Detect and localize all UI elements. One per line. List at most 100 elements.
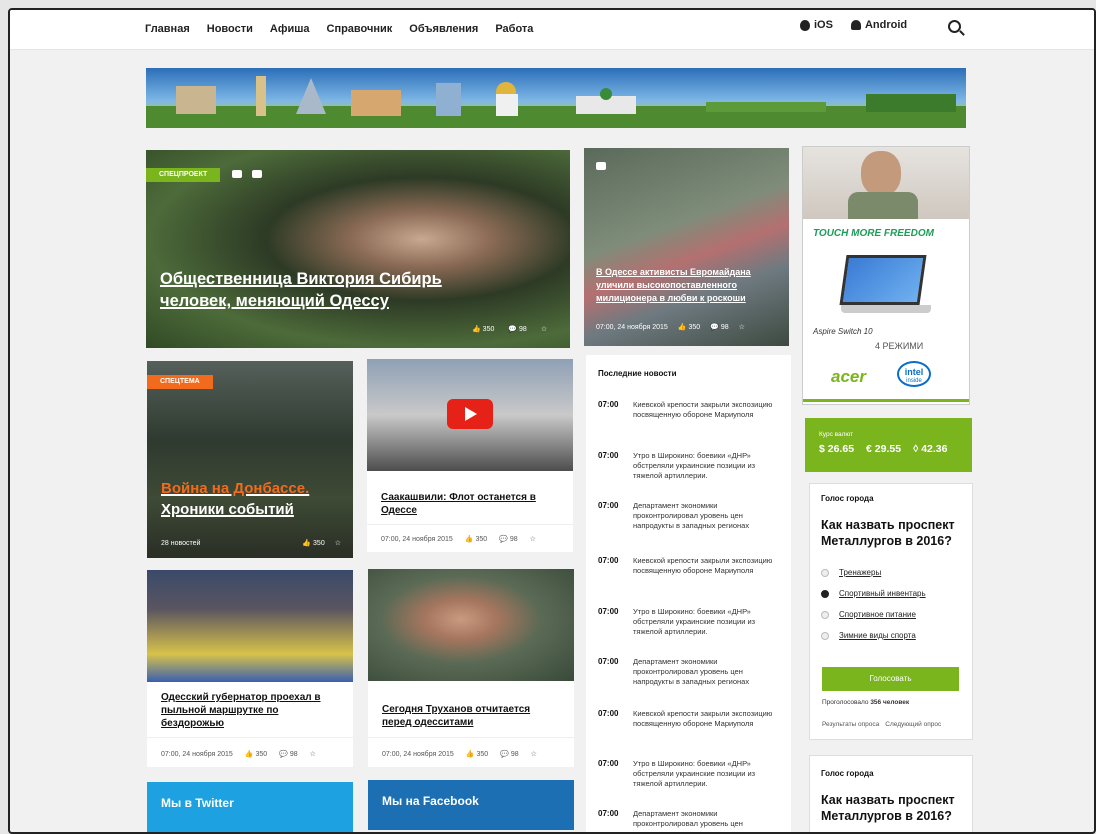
app-links: iOS Android (800, 19, 907, 31)
latest-news-heading: Последние новости (598, 369, 677, 378)
poll-heading: Голос города (821, 494, 874, 503)
story-card-euromaidan[interactable]: В Одессе активисты Евромайдана уличили в… (584, 148, 789, 346)
video-title[interactable]: Саакашвили: Флот останется в Одессе (381, 491, 551, 517)
news-item[interactable]: 07:00 Департамент экономики проконтролиро… (598, 809, 778, 829)
rates-label: Курс валют (819, 431, 854, 438)
comment-icon[interactable]: 💬 98 (499, 535, 517, 543)
comment-icon[interactable]: 💬 98 (500, 750, 518, 758)
video-camera-icon (252, 170, 262, 178)
special-topic-tag: СПЕЦТЕМА (147, 375, 213, 389)
vote-button[interactable]: Голосовать (822, 667, 959, 691)
war-meta: 28 новостей 👍 350 ☆ (161, 539, 341, 548)
nav-item-jobs[interactable]: Работа (495, 23, 533, 35)
twitter-block[interactable]: Мы в Twitter (147, 782, 353, 832)
nav-item-directory[interactable]: Справочник (327, 23, 393, 35)
radio-button-selected[interactable] (821, 589, 829, 598)
nav-item-home[interactable]: Главная (145, 23, 190, 35)
model-photo (803, 147, 969, 219)
ios-app-link[interactable]: iOS (800, 19, 833, 31)
poll-results-link[interactable]: Результаты опроса (822, 721, 879, 728)
mayor-meta: 07:00, 24 ноября 2015 👍 350 💬 98 ☆ (382, 750, 537, 759)
usd-rate: $ 26.65 (819, 443, 855, 455)
latest-news-panel: Последние новости 07:00 Киевской крепости… (586, 355, 791, 832)
rates-values: $ 26.65 € 29.55 ◊ 42.36 (819, 443, 947, 455)
governor-title[interactable]: Одесский губернатор проехал в пыльной ма… (161, 691, 331, 730)
news-item[interactable]: 07:00 Утро в Широкино: боевики «ДНР» обст… (598, 451, 778, 481)
poll-question: Как назвать проспект Металлургов в 2016? (821, 518, 955, 548)
war-special-topic-card[interactable]: СПЕЦТЕМА Война на Донбассе. Хроники собы… (147, 361, 353, 558)
like-icon[interactable]: 👍 350 (302, 539, 324, 547)
star-icon[interactable]: ☆ (335, 539, 341, 547)
mayor-title[interactable]: Сегодня Труханов отчитается перед одесси… (382, 703, 552, 729)
acer-logo: acer (831, 367, 866, 386)
poll-option[interactable]: Спортивное питание (821, 610, 916, 619)
ad-modes: 4 РЕЖИМИ (875, 341, 924, 351)
star-icon[interactable]: ☆ (541, 325, 547, 333)
city-poll-widget: Голос города Как назвать проспект Металл… (809, 483, 973, 740)
radio-button[interactable] (821, 610, 829, 619)
story-title[interactable]: В Одессе активисты Евромайдана уличили в… (596, 266, 776, 305)
star-icon[interactable]: ☆ (531, 750, 537, 758)
video-meta: 07:00, 24 ноября 2015 👍 350 💬 98 ☆ (381, 535, 536, 544)
governor-story-card[interactable]: Одесский губернатор проехал в пыльной ма… (147, 570, 353, 767)
radio-button[interactable] (821, 568, 829, 577)
play-button[interactable] (447, 399, 493, 429)
poll-option[interactable]: Тренажеры (821, 568, 881, 577)
poll-option[interactable]: Зимние виды спорта (821, 631, 916, 640)
radio-button[interactable] (821, 631, 829, 640)
apple-icon (800, 19, 810, 31)
nav-item-classifieds[interactable]: Объявления (409, 23, 478, 35)
comment-icon[interactable]: 💬 98 (279, 750, 297, 758)
star-icon[interactable]: ☆ (530, 535, 536, 543)
star-icon[interactable]: ☆ (739, 323, 745, 331)
news-item[interactable]: 07:00 Киевской крепости закрыли экспозици… (598, 400, 778, 420)
news-item[interactable]: 07:00 Департамент экономики проконтролиро… (598, 657, 778, 687)
next-poll-link[interactable]: Следующий опрос (885, 721, 941, 728)
like-icon[interactable]: 👍 350 (465, 535, 487, 543)
news-item[interactable]: 07:00 Киевской крепости закрыли экспозици… (598, 709, 778, 729)
news-item[interactable]: 07:00 Департамент экономики проконтролиро… (598, 501, 778, 531)
video-story-card[interactable]: Саакашвили: Флот останется в Одессе 07:0… (367, 359, 573, 552)
nav-item-events[interactable]: Афиша (270, 23, 310, 35)
like-icon[interactable]: 👍 350 (678, 323, 700, 331)
ad-slogan: TOUCH MORE FREEDOM (813, 228, 934, 239)
camera-icon (596, 162, 606, 170)
feature-title[interactable]: Общественница Виктория Сибирь человек, м… (160, 268, 480, 312)
nav-item-news[interactable]: Новости (207, 23, 253, 35)
bus-photo (147, 570, 353, 682)
comment-icon[interactable]: 💬 98 (508, 325, 526, 333)
news-item[interactable]: 07:00 Утро в Широкино: боевики «ДНР» обст… (598, 759, 778, 789)
laptop-illustration (839, 255, 927, 305)
android-app-link[interactable]: Android (850, 19, 907, 31)
android-icon (850, 20, 861, 30)
mayor-story-card[interactable]: Сегодня Труханов отчитается перед одесси… (368, 569, 574, 767)
comment-icon[interactable]: 💬 98 (710, 323, 728, 331)
search-icon[interactable] (948, 20, 961, 33)
facebook-block[interactable]: Мы на Facebook (368, 780, 574, 830)
poll-links: Результаты опроса Следующий опрос (822, 721, 941, 728)
like-icon[interactable]: 👍 350 (472, 325, 494, 333)
city-poll-widget-2: Голос города Как назвать проспект Металл… (809, 755, 973, 832)
acer-advertisement[interactable]: TOUCH MORE FREEDOM Aspire Switch 10 4 РЕ… (802, 146, 970, 405)
poll-option[interactable]: Спортивный инвентарь (821, 589, 926, 598)
story-date: 07:00, 24 ноября 2015 (596, 323, 668, 331)
other-rate: ◊ 42.36 (913, 443, 948, 455)
like-icon[interactable]: 👍 350 (466, 750, 488, 758)
city-panorama-banner (146, 68, 966, 128)
war-title[interactable]: Война на Донбассе. Хроники событий (161, 478, 341, 520)
like-icon[interactable]: 👍 350 (245, 750, 267, 758)
news-item[interactable]: 07:00 Киевской крепости закрыли экспозици… (598, 556, 778, 576)
intel-logo: intel inside (897, 361, 931, 387)
news-count: 28 новостей (161, 539, 201, 547)
play-icon (465, 407, 477, 421)
poll-voted-count: Проголосовало 356 человек (822, 699, 910, 706)
browser-viewport: Главная Новости Афиша Справочник Объявле… (8, 8, 1096, 834)
feature-meta: 👍 350 💬 98 ☆ (472, 325, 547, 333)
camera-icon (232, 170, 242, 178)
star-icon[interactable]: ☆ (310, 750, 316, 758)
currency-rates-widget: Курс валют $ 26.65 € 29.55 ◊ 42.36 (805, 418, 972, 472)
feature-story-card[interactable]: СПЕЦПРОЕКТ Общественница Виктория Сибирь… (146, 150, 570, 348)
poll-heading: Голос города (821, 769, 874, 778)
governor-meta: 07:00, 24 ноября 2015 👍 350 💬 98 ☆ (161, 750, 316, 759)
news-item[interactable]: 07:00 Утро в Широкино: боевики «ДНР» обст… (598, 607, 778, 637)
